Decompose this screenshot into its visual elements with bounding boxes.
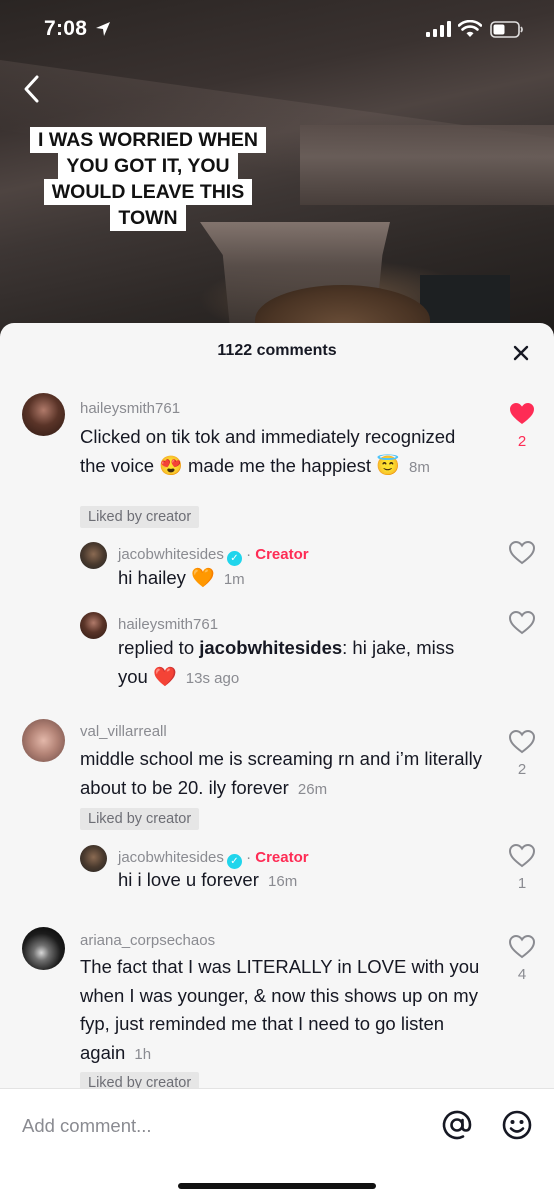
reply-text: hi hailey 🧡 1m xyxy=(118,564,488,595)
caption-line: I WAS WORRIED WHEN xyxy=(30,127,266,153)
comment-body-cont: made me the happiest xyxy=(188,454,372,476)
comment-body: middle school me is screaming rn and i’m… xyxy=(80,748,483,798)
heart-icon xyxy=(508,843,536,868)
emoji: 🧡 xyxy=(191,568,215,589)
avatar[interactable] xyxy=(80,845,107,872)
avatar[interactable] xyxy=(80,542,107,569)
comment-timestamp: 26m xyxy=(297,780,328,798)
avatar[interactable] xyxy=(80,612,107,639)
caption-line: TOWN xyxy=(110,205,186,231)
comment-username[interactable]: ariana_corpsechaos xyxy=(80,932,215,949)
avatar[interactable] xyxy=(22,719,65,762)
reply-text: replied to jacobwhitesides: hi jake, mis… xyxy=(118,634,488,693)
video-caption: I WAS WORRIED WHEN YOU GOT IT, YOU WOULD… xyxy=(0,127,296,231)
reply-body: hi i love u forever xyxy=(118,869,259,890)
separator: · xyxy=(246,546,252,563)
reply-text: hi i love u forever 16m xyxy=(118,866,488,897)
like-button[interactable]: 2 xyxy=(505,402,539,450)
caption-line: WOULD LEAVE THIS xyxy=(43,179,253,205)
like-button[interactable] xyxy=(505,610,539,640)
smiley-icon[interactable] xyxy=(501,1109,533,1141)
like-button[interactable] xyxy=(505,540,539,570)
reply-username[interactable]: haileysmith761 xyxy=(118,616,218,633)
home-indicator[interactable] xyxy=(178,1183,376,1189)
replied-prefix: replied to xyxy=(118,637,195,658)
liked-by-creator-badge: Liked by creator xyxy=(80,506,200,528)
like-count: 2 xyxy=(517,433,527,450)
status-bar: 7:08 xyxy=(0,0,554,60)
crown-molding xyxy=(300,125,554,205)
reply-timestamp: 1m xyxy=(223,571,245,588)
like-button[interactable]: 2 xyxy=(505,729,539,778)
close-icon[interactable] xyxy=(511,343,531,363)
liked-by-creator-badge: Liked by creator xyxy=(80,808,200,830)
like-count: 1 xyxy=(517,875,527,892)
emoji: ❤️ xyxy=(152,666,177,688)
replied-to-username[interactable]: jacobwhitesides xyxy=(199,637,342,658)
comment-text: Clicked on tik tok and immediately recog… xyxy=(80,423,485,482)
back-chevron-icon[interactable] xyxy=(18,72,48,106)
creator-badge: Creator xyxy=(255,546,309,563)
heart-icon xyxy=(508,610,536,635)
username-text: jacobwhitesides xyxy=(118,546,224,563)
at-icon[interactable] xyxy=(441,1109,473,1141)
status-time: 7:08 xyxy=(44,17,88,40)
signal-icon xyxy=(426,21,451,37)
username-text: jacobwhitesides xyxy=(118,849,224,866)
avatar[interactable] xyxy=(22,927,65,970)
heart-icon xyxy=(510,403,534,424)
heart-icon xyxy=(508,934,536,959)
comment-text: middle school me is screaming rn and i’m… xyxy=(80,745,485,804)
battery-icon xyxy=(490,21,523,38)
comments-header: 1122 comments xyxy=(0,323,554,379)
creator-badge: Creator xyxy=(255,849,309,866)
like-count: 4 xyxy=(517,966,527,983)
emoji: 😍 xyxy=(159,455,183,477)
comment-timestamp: 8m xyxy=(409,458,430,476)
comment-username[interactable]: val_villarreall xyxy=(80,723,167,740)
heart-icon xyxy=(508,729,536,754)
like-button[interactable]: 1 xyxy=(505,843,539,892)
caption-line: YOU GOT IT, YOU xyxy=(58,153,238,179)
reply-timestamp: 16m xyxy=(268,873,298,890)
comment-username[interactable]: haileysmith761 xyxy=(80,400,180,417)
reply-username[interactable]: jacobwhitesides ✓ · Creator xyxy=(118,546,309,566)
comment-timestamp: 1h xyxy=(134,1045,152,1063)
separator: · xyxy=(246,849,252,866)
wifi-icon xyxy=(458,20,482,37)
comment-text: The fact that I was LITERALLY in LOVE wi… xyxy=(80,953,485,1069)
location-arrow-icon xyxy=(96,22,110,36)
emoji: 😇 xyxy=(376,455,400,477)
reply-timestamp: 13s ago xyxy=(185,669,240,687)
comment-input[interactable] xyxy=(22,1111,402,1141)
comments-sheet: 1122 comments haileysmith761 Clicked on … xyxy=(0,323,554,1200)
like-count: 2 xyxy=(517,761,527,778)
comment-count: 1122 comments xyxy=(217,342,337,359)
like-button[interactable]: 4 xyxy=(505,934,539,983)
heart-icon xyxy=(508,540,536,565)
avatar[interactable] xyxy=(22,393,65,436)
reply-body: hi hailey xyxy=(118,567,186,588)
